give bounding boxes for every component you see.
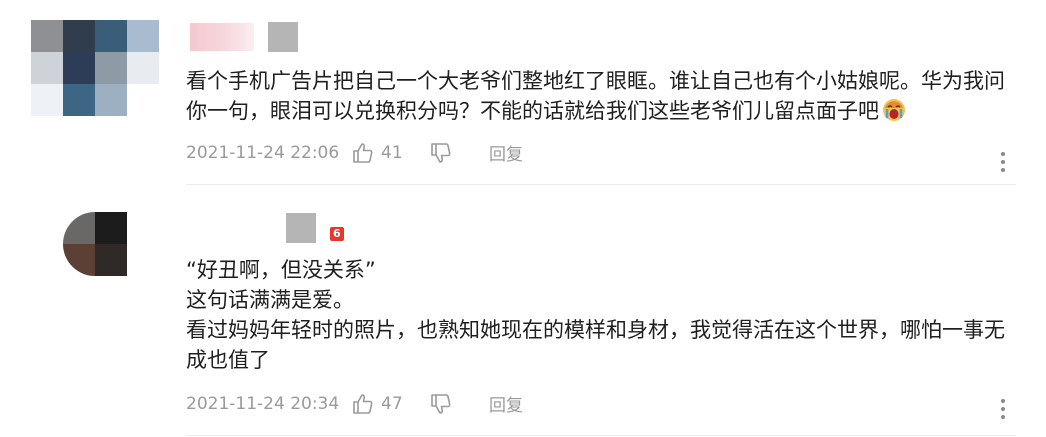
timestamp: 2021-11-24 20:34 xyxy=(186,393,340,414)
avatar-tile xyxy=(31,52,63,84)
reply-button[interactable]: 回复 xyxy=(489,140,523,165)
avatar-tile xyxy=(95,244,127,276)
comment-meta: 2021-11-24 20:34 47 回复 xyxy=(186,391,523,417)
like-count: 47 xyxy=(381,393,403,414)
avatar-tile xyxy=(63,20,95,52)
avatar-tile xyxy=(95,212,127,244)
thumbs-up-icon xyxy=(353,142,373,163)
avatar-tile xyxy=(31,84,63,116)
avatar-tile xyxy=(63,52,95,84)
comment-line: 这句话满满是爱。 xyxy=(186,288,354,312)
comment-line-text: 你一句，眼泪可以兑换积分吗？不能的话就给我们这些老爷们儿留点面子吧 xyxy=(186,99,879,123)
dislike-button[interactable] xyxy=(429,141,489,165)
comment-line: 看个手机广告片把自己一个大老爷们整地红了眼眶。谁让自己也有个小姑娘呢。华为我问 xyxy=(186,69,1005,93)
username-row[interactable]: 6 xyxy=(286,213,344,243)
username-row[interactable] xyxy=(190,22,298,52)
more-options-icon[interactable] xyxy=(1000,152,1006,172)
thumbs-up-icon xyxy=(353,393,373,414)
avatar-tile xyxy=(63,212,95,244)
avatar-tile xyxy=(95,20,127,52)
username-blurred[interactable] xyxy=(286,213,316,243)
more-options-icon[interactable] xyxy=(1000,399,1006,419)
comment-text: 看个手机广告片把自己一个大老爷们整地红了眼眶。谁让自己也有个小姑娘呢。华为我问 … xyxy=(186,66,1016,126)
reply-button[interactable]: 回复 xyxy=(489,391,523,416)
avatar[interactable] xyxy=(31,20,159,116)
dislike-button[interactable] xyxy=(429,392,489,416)
avatar-tile xyxy=(127,84,159,116)
level-badge: 6 xyxy=(330,227,344,241)
avatar-tile xyxy=(63,84,95,116)
avatar-tile xyxy=(127,20,159,52)
avatar-tile xyxy=(63,244,95,276)
comment-line: 看过妈妈年轻时的照片，也熟知她现在的模样和身材，我觉得活在这个世界，哪怕一事无 xyxy=(186,318,1005,342)
avatar-tile xyxy=(95,52,127,84)
comment-line: “好丑啊，但没关系” xyxy=(186,258,376,282)
avatar[interactable] xyxy=(63,212,127,276)
timestamp: 2021-11-24 22:06 xyxy=(186,142,340,163)
avatar-tile xyxy=(31,20,63,52)
comment-text: “好丑啊，但没关系” 这句话满满是爱。 看过妈妈年轻时的照片，也熟知她现在的模样… xyxy=(186,255,1016,375)
user-badge-blurred xyxy=(268,22,298,52)
comment-line: 你一句，眼泪可以兑换积分吗？不能的话就给我们这些老爷们儿留点面子吧 xyxy=(186,96,1016,126)
comment-item: 6 “好丑啊，但没关系” 这句话满满是爱。 看过妈妈年轻时的照片，也熟知她现在的… xyxy=(0,195,1046,437)
avatar-tile xyxy=(127,52,159,84)
username-blurred[interactable] xyxy=(190,23,254,51)
comment-item: 看个手机广告片把自己一个大老爷们整地红了眼眶。谁让自己也有个小姑娘呢。华为我问 … xyxy=(0,0,1046,185)
like-button[interactable]: 41 xyxy=(351,141,429,165)
like-button[interactable]: 47 xyxy=(351,392,429,416)
avatar-tile xyxy=(95,84,127,116)
divider xyxy=(186,435,1016,436)
thumbs-down-icon xyxy=(431,142,451,163)
like-count: 41 xyxy=(381,142,403,163)
crying-face-icon xyxy=(881,98,907,122)
comment-line: 成也值了 xyxy=(186,348,270,372)
divider xyxy=(186,184,1016,185)
comment-meta: 2021-11-24 22:06 41 回复 xyxy=(186,140,523,166)
thumbs-down-icon xyxy=(431,393,451,414)
